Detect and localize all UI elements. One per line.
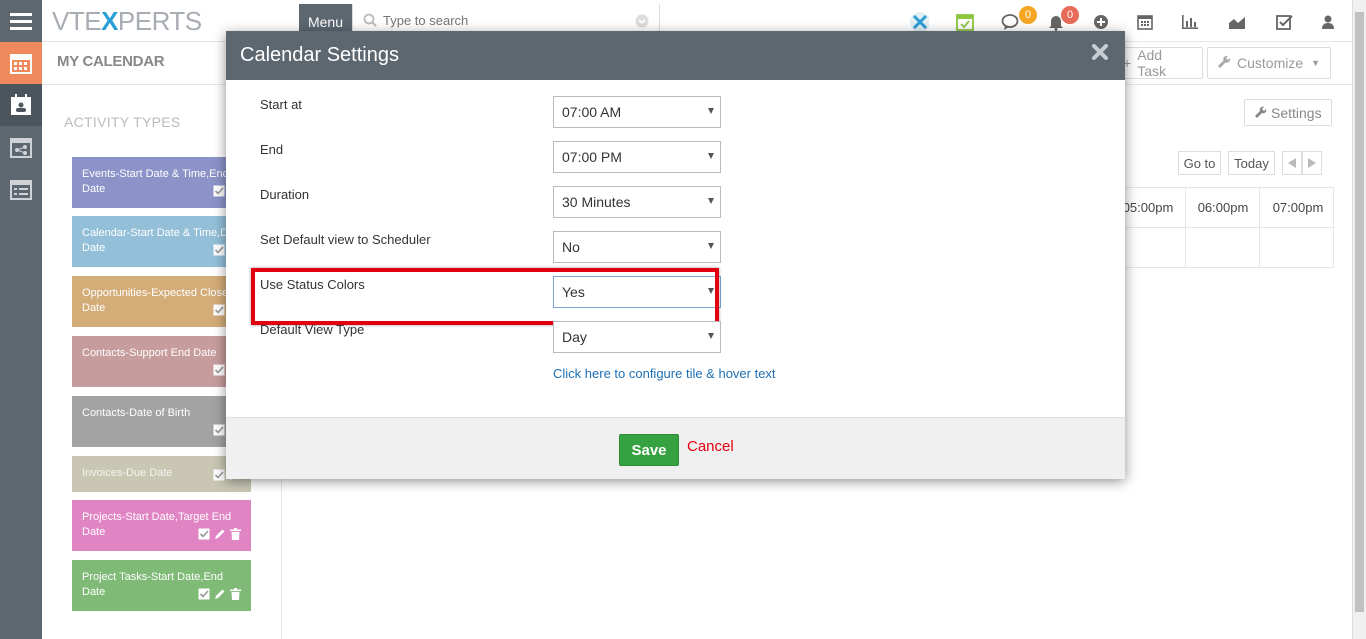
caret-down-icon <box>708 153 714 159</box>
checkbox-icon[interactable] <box>213 469 225 486</box>
checkbox-icon[interactable] <box>213 304 225 321</box>
hamburger-menu-icon[interactable] <box>0 0 42 42</box>
chat-badge: 0 <box>1019 6 1037 24</box>
end-select[interactable]: 07:00 PM <box>553 141 721 173</box>
customize-label: Customize <box>1237 55 1304 71</box>
activity-type-item[interactable]: Contacts-Support End Date <box>72 336 251 387</box>
logo-text-prefix: VTE <box>52 6 102 36</box>
add-task-button[interactable]: + Add Task <box>1112 47 1203 79</box>
duration-value: 30 Minutes <box>562 194 631 210</box>
duration-label: Duration <box>260 187 310 202</box>
caret-down-icon <box>708 108 714 114</box>
calendar-settings-modal: Calendar Settings Start at 07:00 AM End … <box>226 31 1125 479</box>
modal-footer: Save Cancel <box>226 417 1125 479</box>
rail-list-calendar-icon[interactable] <box>0 168 42 210</box>
caret-down-icon <box>708 243 714 249</box>
add-task-label: Add Task <box>1137 47 1166 79</box>
time-slot[interactable]: 07:00pm <box>1259 188 1336 268</box>
search-input[interactable] <box>381 12 635 29</box>
rail-calendar-icon[interactable] <box>0 42 42 84</box>
duration-select[interactable]: 30 Minutes <box>553 186 721 218</box>
activity-type-item[interactable]: Project Tasks-Start Date,End Date <box>72 560 251 611</box>
delete-trash-icon[interactable] <box>230 528 241 545</box>
delete-trash-icon[interactable] <box>230 588 241 605</box>
checkbox-icon[interactable] <box>198 588 210 605</box>
modal-header: Calendar Settings <box>226 31 1125 80</box>
default-scheduler-value: No <box>562 239 580 255</box>
time-slot-label: 07:00pm <box>1272 200 1324 215</box>
bar-chart-icon[interactable] <box>1180 12 1200 32</box>
activity-type-item[interactable]: Events-Start Date & Time,End Date <box>72 157 251 208</box>
default-view-type-label: Default View Type <box>260 322 365 337</box>
chat-icon[interactable] <box>1000 12 1020 32</box>
start-at-select[interactable]: 07:00 AM <box>553 96 721 128</box>
close-icon[interactable] <box>1091 43 1109 61</box>
calendar-time-header: 05:00pm 06:00pm 07:00pm <box>1110 187 1336 268</box>
customize-button[interactable]: Customize ▼ <box>1207 47 1331 79</box>
activity-type-label: Contacts-Date of Birth <box>82 407 191 419</box>
edit-pencil-icon[interactable] <box>214 588 226 605</box>
start-at-label: Start at <box>260 97 302 112</box>
edit-pencil-icon[interactable] <box>214 528 226 545</box>
user-profile-icon[interactable] <box>1318 12 1338 32</box>
activity-type-item[interactable]: Projects-Start Date,Target End Date <box>72 500 251 551</box>
go-to-button[interactable]: Go to <box>1178 151 1221 175</box>
today-button[interactable]: Today <box>1228 151 1275 175</box>
settings-label: Settings <box>1271 104 1322 121</box>
search-icon <box>363 13 377 30</box>
save-button[interactable]: Save <box>619 434 679 466</box>
default-view-type-value: Day <box>562 329 587 345</box>
time-slot[interactable]: 06:00pm <box>1185 188 1260 268</box>
search-dropdown-icon[interactable] <box>635 14 649 31</box>
wrench-icon <box>1218 55 1231 71</box>
rail-shared-calendar-icon[interactable] <box>0 126 42 168</box>
modal-title: Calendar Settings <box>240 44 399 66</box>
page-title: MY CALENDAR <box>57 53 165 70</box>
highlight-box <box>251 268 719 325</box>
activity-type-label: Invoices-Due Date <box>82 467 173 479</box>
default-scheduler-label: Set Default view to Scheduler <box>260 232 431 247</box>
task-check-icon[interactable] <box>1274 12 1294 32</box>
start-at-value: 07:00 AM <box>562 104 622 120</box>
logo-text-suffix: PERTS <box>117 6 202 36</box>
settings-button[interactable]: Settings <box>1244 99 1332 126</box>
caret-down-icon <box>708 333 714 339</box>
checkbox-icon[interactable] <box>213 185 225 202</box>
activity-type-item[interactable]: Invoices-Due Date <box>72 456 251 492</box>
notification-badge: 0 <box>1061 6 1079 24</box>
logo-text-x: X <box>101 6 118 36</box>
default-scheduler-select[interactable]: No <box>553 231 721 263</box>
checkbox-icon[interactable] <box>198 528 210 545</box>
scrollbar-thumb[interactable] <box>1355 12 1364 612</box>
rail-my-calendar-icon[interactable] <box>0 84 42 126</box>
caret-down-icon: ▼ <box>1311 58 1321 68</box>
default-view-type-select[interactable]: Day <box>553 321 721 353</box>
time-slot-label: 06:00pm <box>1197 200 1249 215</box>
checkbox-icon[interactable] <box>213 424 225 441</box>
prev-arrow-icon[interactable] <box>1282 151 1302 175</box>
vtexperts-x-icon[interactable] <box>909 12 929 32</box>
wrench-icon <box>1255 105 1267 121</box>
add-circle-icon[interactable] <box>1091 12 1111 32</box>
activity-type-label: Opportunities-Expected Close Date <box>82 287 229 314</box>
activity-types-heading: ACTIVITY TYPES <box>64 114 181 130</box>
caret-down-icon <box>708 198 714 204</box>
calendar-check-icon[interactable] <box>955 12 975 32</box>
end-label: End <box>260 142 284 157</box>
checkbox-icon[interactable] <box>213 244 225 261</box>
activity-type-item[interactable]: Contacts-Date of Birth <box>72 396 251 447</box>
next-arrow-icon[interactable] <box>1302 151 1322 175</box>
area-chart-icon[interactable] <box>1227 12 1247 32</box>
configure-tile-hover-link[interactable]: Click here to configure tile & hover tex… <box>553 366 776 381</box>
activity-type-label: Events-Start Date & Time,End Date <box>82 168 229 195</box>
activity-type-item[interactable]: Calendar-Start Date & Time,Due Date <box>72 216 251 267</box>
activity-type-label: Contacts-Support End Date <box>82 347 217 359</box>
calendar-icon[interactable] <box>1135 12 1155 32</box>
checkbox-icon[interactable] <box>213 364 225 381</box>
logo[interactable]: VTEXPERTS <box>52 6 202 37</box>
end-value: 07:00 PM <box>562 149 622 165</box>
left-rail <box>0 0 42 639</box>
activity-type-item[interactable]: Opportunities-Expected Close Date <box>72 276 251 327</box>
cancel-link[interactable]: Cancel <box>687 438 734 455</box>
